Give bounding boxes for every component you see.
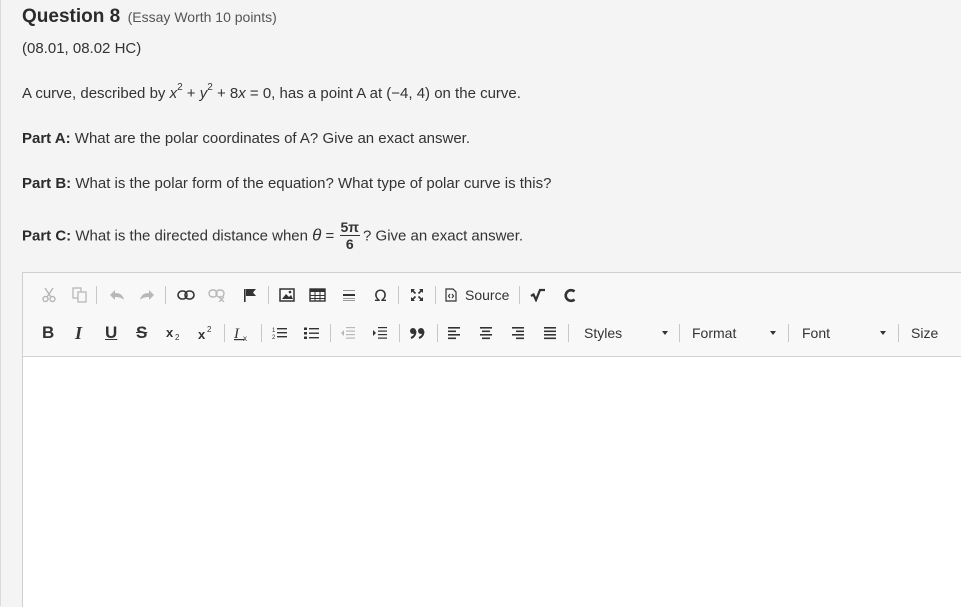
undo-icon[interactable] bbox=[107, 283, 127, 307]
svg-text:x: x bbox=[166, 325, 174, 340]
page-left-border bbox=[0, 0, 1, 606]
align-right-icon[interactable] bbox=[507, 321, 529, 345]
maximize-icon[interactable] bbox=[407, 283, 427, 307]
svg-text:I: I bbox=[233, 326, 240, 341]
size-dropdown[interactable]: Size bbox=[911, 322, 961, 344]
fraction-5pi-over-6: 5π 6 bbox=[339, 219, 361, 252]
svg-text:1: 1 bbox=[272, 328, 276, 334]
svg-text:x: x bbox=[243, 334, 247, 341]
svg-text:Ω: Ω bbox=[374, 288, 386, 303]
chevron-down-icon bbox=[662, 331, 668, 335]
numbered-list-icon[interactable]: 12 bbox=[269, 321, 291, 345]
part-c: Part C: What is the directed distance wh… bbox=[22, 219, 524, 252]
image-icon[interactable] bbox=[277, 283, 297, 307]
underline-button[interactable]: U bbox=[105, 323, 117, 343]
svg-text:x: x bbox=[198, 327, 206, 341]
align-left-icon[interactable] bbox=[443, 321, 465, 345]
part-b-label: Part B: bbox=[22, 175, 72, 192]
cut-icon[interactable] bbox=[39, 283, 59, 307]
part-a: Part A: What are the polar coordinates o… bbox=[22, 130, 471, 147]
chemistry-c-icon[interactable] bbox=[560, 283, 580, 307]
align-center-icon[interactable] bbox=[475, 321, 497, 345]
bulleted-list-icon[interactable] bbox=[301, 321, 323, 345]
chevron-down-icon bbox=[880, 331, 886, 335]
align-justify-icon[interactable] bbox=[539, 321, 561, 345]
question-header: Question 8 (Essay Worth 10 points) bbox=[22, 6, 277, 28]
table-icon[interactable] bbox=[307, 283, 327, 307]
styles-dropdown[interactable]: Styles bbox=[584, 322, 672, 344]
svg-text:2: 2 bbox=[175, 333, 180, 341]
format-dropdown-label: Format bbox=[692, 325, 737, 341]
prompt-intro: A curve, described by x2 + y2 + 8x = 0, … bbox=[22, 82, 521, 103]
font-dropdown[interactable]: Font bbox=[802, 322, 890, 344]
part-c-label: Part C: bbox=[22, 227, 72, 245]
superscript-icon[interactable]: x2 bbox=[195, 321, 217, 345]
format-dropdown[interactable]: Format bbox=[692, 322, 780, 344]
size-dropdown-label: Size bbox=[911, 325, 939, 341]
subscript-icon[interactable]: x2 bbox=[163, 321, 185, 345]
editor-toolbar: Ω Source B I U S x2 x2 Ix 1 2 Styles For… bbox=[23, 273, 961, 357]
copy-icon[interactable] bbox=[69, 283, 89, 307]
strikethrough-button[interactable]: S bbox=[136, 323, 147, 343]
styles-dropdown-label: Styles bbox=[584, 325, 623, 341]
standards-codes: (08.01, 08.02 HC) bbox=[22, 40, 142, 57]
source-button[interactable]: Source bbox=[444, 283, 518, 307]
svg-text:2: 2 bbox=[272, 335, 276, 340]
indent-icon[interactable] bbox=[369, 321, 391, 345]
chevron-down-icon bbox=[770, 331, 776, 335]
svg-text:2: 2 bbox=[207, 325, 212, 334]
blockquote-icon[interactable] bbox=[406, 321, 430, 345]
source-icon bbox=[445, 288, 457, 302]
horizontal-rule-icon[interactable] bbox=[339, 283, 359, 307]
math-sqrt-icon[interactable] bbox=[528, 283, 548, 307]
italic-button[interactable]: I bbox=[75, 323, 82, 344]
unlink-icon[interactable] bbox=[206, 283, 228, 307]
part-b: Part B: What is the polar form of the eq… bbox=[22, 175, 552, 192]
question-title: Question 8 bbox=[22, 6, 121, 27]
anchor-flag-icon[interactable] bbox=[240, 283, 260, 307]
question-worth: (Essay Worth 10 points) bbox=[127, 9, 277, 25]
part-a-label: Part A: bbox=[22, 130, 71, 147]
outdent-icon[interactable] bbox=[337, 321, 359, 345]
link-icon[interactable] bbox=[175, 283, 197, 307]
font-dropdown-label: Font bbox=[802, 325, 831, 341]
redo-icon[interactable] bbox=[137, 283, 157, 307]
essay-editor: Ω Source B I U S x2 x2 Ix 1 2 Styles For… bbox=[22, 272, 961, 607]
editor-content-area[interactable] bbox=[23, 357, 961, 607]
remove-format-icon[interactable]: Ix bbox=[231, 321, 255, 345]
bold-button[interactable]: B bbox=[42, 323, 54, 343]
special-char-omega-icon[interactable]: Ω bbox=[370, 283, 390, 307]
